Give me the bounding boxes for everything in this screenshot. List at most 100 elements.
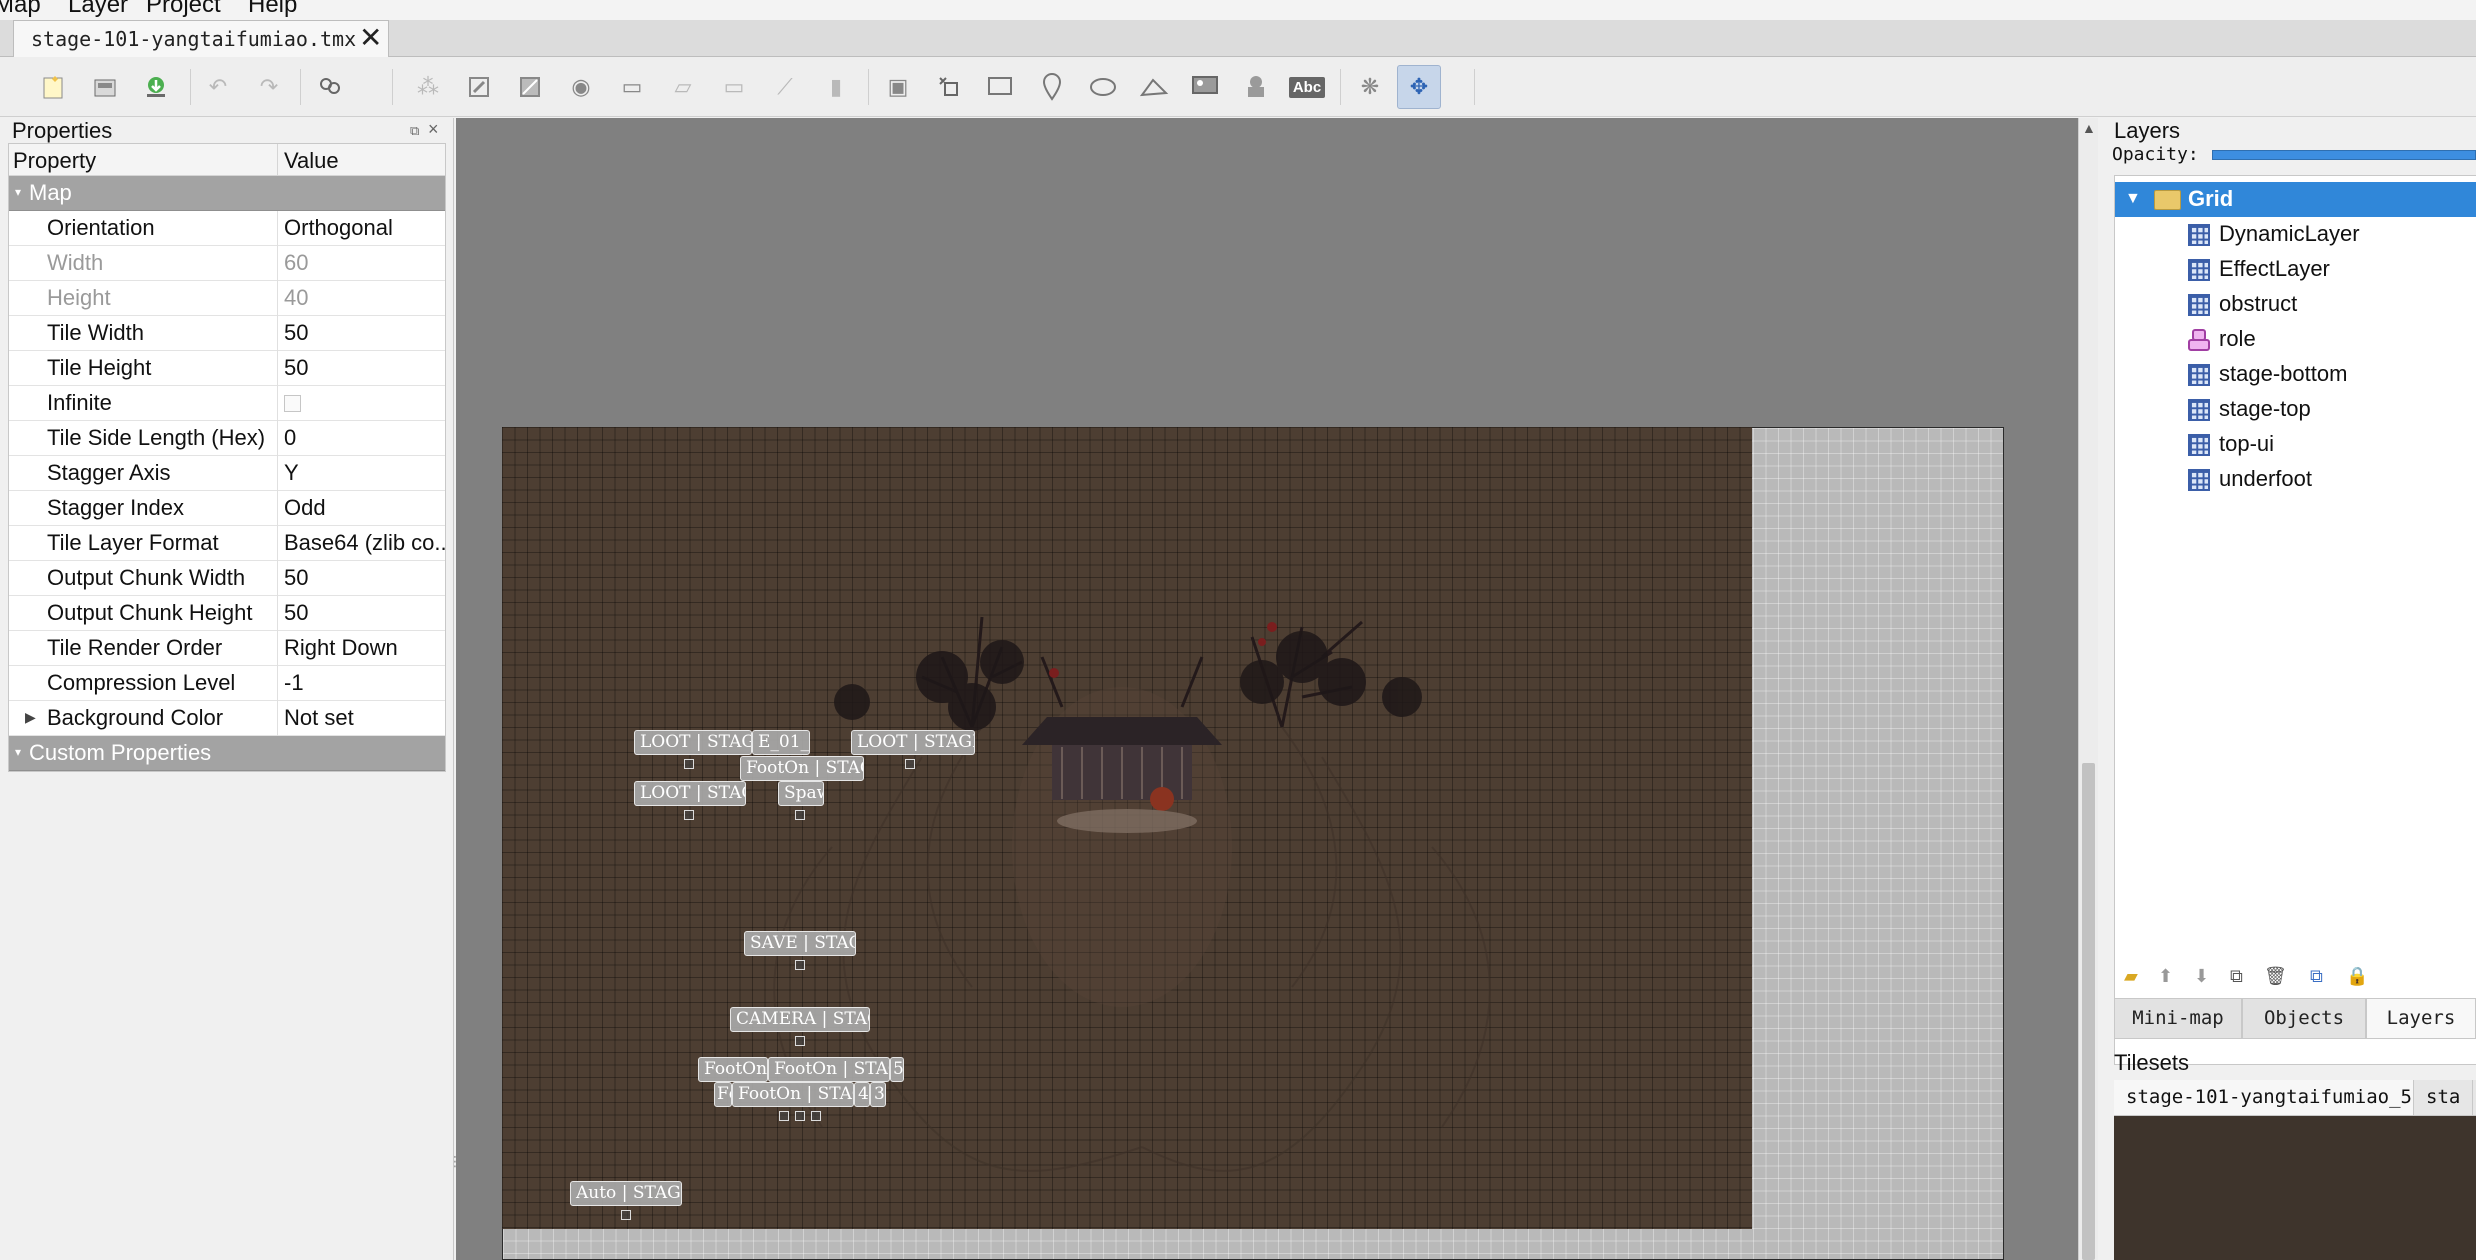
- layer-item-stage-top[interactable]: stage-top: [2115, 392, 2476, 427]
- open-icon[interactable]: [83, 65, 127, 109]
- object-point-marker[interactable]: [621, 1210, 631, 1220]
- map-object-label[interactable]: 4: [854, 1082, 870, 1107]
- property-value[interactable]: Base64 (zlib co...: [284, 530, 446, 556]
- insert-ellipse-icon[interactable]: [1030, 65, 1074, 109]
- object-point-marker[interactable]: [795, 960, 805, 970]
- property-row-tile-height[interactable]: Tile Height 50: [9, 351, 445, 386]
- tileset-view[interactable]: [2114, 1116, 2476, 1260]
- map-object-label[interactable]: Auto | STAGE_01_0: [570, 1181, 682, 1206]
- rect-select-icon[interactable]: ▭: [610, 65, 654, 109]
- column-header-property[interactable]: Property: [13, 148, 96, 174]
- object-point-marker[interactable]: [795, 1036, 805, 1046]
- property-row-tile-layer-format[interactable]: Tile Layer Format Base64 (zlib co...: [9, 526, 446, 561]
- bucket-fill-icon[interactable]: [457, 65, 501, 109]
- collapse-icon[interactable]: ▾: [15, 185, 21, 199]
- map-object-label[interactable]: 5: [890, 1057, 904, 1082]
- select-same-tile-icon[interactable]: ▭: [712, 65, 756, 109]
- insert-polygon-icon[interactable]: [1081, 65, 1125, 109]
- image-icon[interactable]: ▮: [814, 65, 858, 109]
- map-object-label[interactable]: FootOn | STAGE_01_1: [740, 756, 864, 781]
- layer-item-top-ui[interactable]: top-ui: [2115, 427, 2476, 462]
- insert-tile-icon[interactable]: [1132, 65, 1176, 109]
- collapse-icon[interactable]: ▾: [15, 745, 21, 759]
- map-object-label[interactable]: FootOn | S: [698, 1057, 768, 1082]
- layer-item-obstruct[interactable]: obstruct: [2115, 287, 2476, 322]
- property-row-stagger-axis[interactable]: Stagger Axis Y: [9, 456, 445, 491]
- object-point-marker[interactable]: [795, 810, 805, 820]
- edit-polygons-icon[interactable]: ▣: [876, 65, 920, 109]
- property-value[interactable]: Odd: [284, 495, 446, 521]
- property-value[interactable]: 50: [284, 320, 446, 346]
- float-icon[interactable]: ⧉: [410, 123, 419, 139]
- property-value[interactable]: 50: [284, 600, 446, 626]
- property-row-output-chunk-height[interactable]: Output Chunk Height 50: [9, 596, 445, 631]
- lower-layer-icon[interactable]: ⬇: [2194, 966, 2209, 987]
- magic-wand-icon[interactable]: ▱: [661, 65, 705, 109]
- move-icon[interactable]: ✥: [1397, 65, 1441, 109]
- property-row-orientation[interactable]: Orientation Orthogonal: [9, 211, 445, 246]
- layer-item-effectlayer[interactable]: EffectLayer: [2115, 252, 2476, 287]
- property-value[interactable]: Not set: [284, 705, 446, 731]
- map-object-label[interactable]: LOOT | STAGE_01_10: [851, 730, 975, 755]
- object-point-marker[interactable]: [905, 759, 915, 769]
- map-object-label[interactable]: LOOT | STAGE_01_6: [634, 781, 746, 806]
- show-hide-others-icon[interactable]: ⧉: [2310, 966, 2323, 987]
- map-object-label[interactable]: LOOT | STAGE_01_9: [634, 730, 752, 755]
- map-object-label[interactable]: FootOn | STAGE_01_8: [732, 1082, 854, 1107]
- redo-icon[interactable]: ↷: [247, 65, 291, 109]
- lock-icon[interactable]: 🔒: [2346, 966, 2368, 987]
- insert-point-icon[interactable]: [978, 65, 1022, 109]
- terrain-brush-icon[interactable]: ⁂: [406, 65, 450, 109]
- group-custom-properties[interactable]: ▾ Custom Properties: [9, 736, 445, 771]
- insert-rectangle-icon[interactable]: [927, 65, 971, 109]
- close-icon[interactable]: ✕: [359, 23, 382, 53]
- close-icon[interactable]: ×: [428, 119, 439, 140]
- tab-layers[interactable]: Layers: [2366, 999, 2476, 1039]
- property-row-background-color[interactable]: ▶ Background Color Not set: [9, 701, 445, 736]
- property-row-hex-side-length[interactable]: Tile Side Length (Hex) 0: [9, 421, 445, 456]
- shape-fill-icon[interactable]: [508, 65, 552, 109]
- layer-item-stage-bottom[interactable]: stage-bottom: [2115, 357, 2476, 392]
- object-point-marker[interactable]: [811, 1111, 821, 1121]
- menu-project[interactable]: Project: [146, 0, 221, 19]
- canvas-vertical-scrollbar[interactable]: ▲: [2078, 118, 2098, 1260]
- insert-object-icon[interactable]: [1234, 65, 1278, 109]
- tab-objects[interactable]: Objects: [2242, 999, 2366, 1039]
- object-point-marker[interactable]: [779, 1111, 789, 1121]
- layer-item-underfoot[interactable]: underfoot: [2115, 462, 2476, 497]
- collapse-icon[interactable]: ▼: [2125, 190, 2141, 208]
- property-value[interactable]: 50: [284, 565, 446, 591]
- object-point-marker[interactable]: [795, 1111, 805, 1121]
- new-layer-icon[interactable]: ▰: [2124, 966, 2138, 987]
- map-canvas[interactable]: LOOT | STAGE_01_9 E_01_5 LOOT | STAGE_01…: [456, 118, 2078, 1260]
- property-value[interactable]: 50: [284, 355, 446, 381]
- property-value[interactable]: 0: [284, 425, 446, 451]
- stamp-brush-icon[interactable]: [308, 65, 352, 109]
- tileset-tab[interactable]: sta: [2414, 1080, 2474, 1115]
- map-object-label[interactable]: FootOn | STAGE_01_8: [768, 1057, 890, 1082]
- group-map[interactable]: ▾ Map: [9, 176, 445, 211]
- layer-item-role[interactable]: role: [2115, 322, 2476, 357]
- property-row-output-chunk-width[interactable]: Output Chunk Width 50: [9, 561, 445, 596]
- map-object-label[interactable]: SAVE | STAGE_01_7: [744, 931, 856, 956]
- property-value[interactable]: -1: [284, 670, 446, 696]
- property-row-tile-width[interactable]: Tile Width 50: [9, 316, 445, 351]
- menu-help[interactable]: Help: [248, 0, 297, 19]
- infinite-checkbox[interactable]: [284, 395, 301, 412]
- map-object-label[interactable]: 3: [870, 1082, 886, 1107]
- document-tab[interactable]: stage-101-yangtaifumiao.tmx ✕: [13, 20, 389, 57]
- scrollbar-thumb[interactable]: [2082, 763, 2095, 1260]
- map-object-label[interactable]: Spawn: [778, 781, 824, 806]
- map-object-label[interactable]: Fc: [714, 1082, 732, 1107]
- property-value[interactable]: Right Down: [284, 635, 446, 661]
- export-icon[interactable]: [134, 65, 178, 109]
- raise-layer-icon[interactable]: ⬆: [2158, 966, 2173, 987]
- layer-item-dynamiclayer[interactable]: DynamicLayer: [2115, 217, 2476, 252]
- new-map-icon[interactable]: [32, 65, 76, 109]
- column-header-value[interactable]: Value: [284, 148, 339, 174]
- property-value[interactable]: Y: [284, 460, 446, 486]
- map-object-label[interactable]: CAMERA | STAGE_01_0_A: [730, 1007, 870, 1032]
- scroll-up-icon[interactable]: ▲: [2082, 120, 2096, 136]
- map-object-label[interactable]: E_01_5: [752, 730, 810, 755]
- object-point-marker[interactable]: [684, 759, 694, 769]
